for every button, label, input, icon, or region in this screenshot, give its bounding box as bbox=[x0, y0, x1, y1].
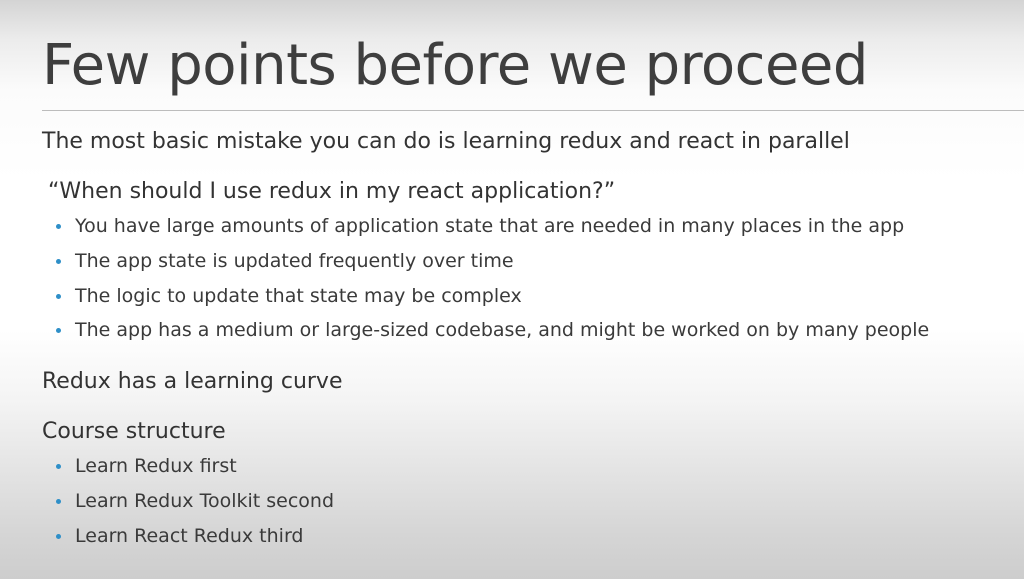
learning-curve-text: Redux has a learning curve bbox=[42, 369, 343, 394]
title-divider bbox=[42, 110, 1024, 111]
list-item: The app state is updated frequently over… bbox=[75, 250, 514, 272]
bullet-dot-icon bbox=[56, 464, 61, 469]
bullet-dot-icon bbox=[56, 328, 61, 333]
bullet-dot-icon bbox=[56, 259, 61, 264]
bullet-dot-icon bbox=[56, 224, 61, 229]
list-item: Learn Redux Toolkit second bbox=[75, 490, 335, 512]
list-item: The app has a medium or large-sized code… bbox=[75, 319, 930, 341]
slide-title: Few points before we proceed bbox=[42, 33, 868, 98]
list-item: Learn React Redux third bbox=[75, 525, 304, 547]
course-structure-heading: Course structure bbox=[42, 419, 226, 444]
list-item: Learn Redux first bbox=[75, 455, 237, 477]
statement-text: The most basic mistake you can do is lea… bbox=[42, 129, 850, 154]
list-item: You have large amounts of application st… bbox=[75, 215, 905, 237]
bullet-dot-icon bbox=[56, 499, 61, 504]
bullet-dot-icon bbox=[56, 534, 61, 539]
list-item: The logic to update that state may be co… bbox=[75, 285, 522, 307]
bullet-dot-icon bbox=[56, 294, 61, 299]
question-text: “When should I use redux in my react app… bbox=[48, 179, 616, 204]
